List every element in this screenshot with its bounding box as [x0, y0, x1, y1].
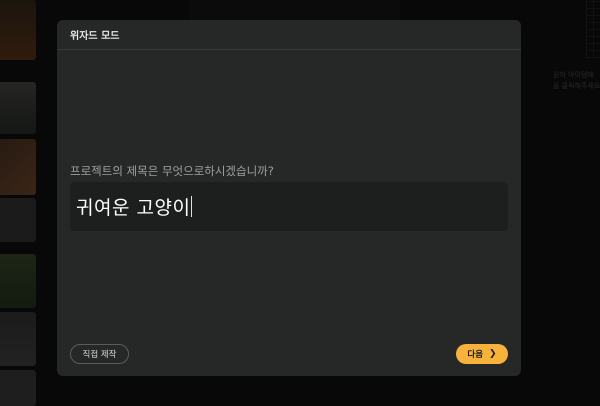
direct-create-button[interactable]: 직접 제작 [70, 344, 129, 364]
next-button[interactable]: 다음 ❯ [456, 344, 508, 364]
modal-header: 위자드 모드 [57, 20, 521, 50]
question-label: 프로젝트의 제목은 무엇으로하시겠습니까? [70, 164, 274, 178]
text-caret [191, 196, 193, 217]
modal-title: 위자드 모드 [70, 31, 120, 42]
chevron-right-icon: ❯ [489, 349, 497, 359]
project-title-input[interactable]: 귀여운 고양이 [70, 182, 508, 231]
next-label: 다음 [467, 350, 484, 360]
wizard-modal: 위자드 모드 프로젝트의 제목은 무엇으로하시겠습니까? 귀여운 고양이 직접 … [57, 20, 521, 376]
project-title-value: 귀여운 고양이 [76, 197, 191, 219]
direct-create-label: 직접 제작 [82, 350, 117, 360]
